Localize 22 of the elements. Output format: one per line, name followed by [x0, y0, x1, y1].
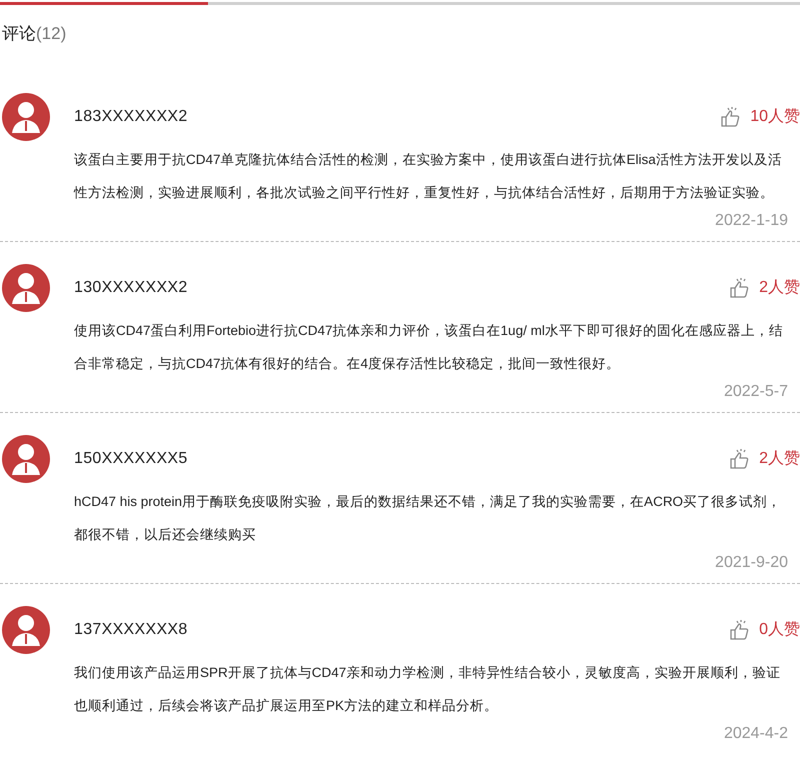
user-avatar-icon [2, 606, 50, 654]
user-name: 137XXXXXXX8 [74, 620, 189, 640]
comment-count: (12) [36, 24, 66, 43]
user-avatar-icon [2, 92, 50, 140]
comment-date: 2022-1-19 [715, 212, 788, 228]
like-count: 2人赞 [759, 278, 800, 298]
user-avatar-icon [2, 264, 50, 312]
like-count: 0人赞 [759, 620, 800, 640]
section-title: 评论 [2, 24, 36, 43]
comment-date: 2022-5-7 [724, 382, 788, 400]
comment-date: 2021-9-20 [715, 554, 788, 570]
comment-date: 2024-4-2 [724, 724, 788, 742]
user-avatar-icon [2, 434, 50, 482]
comment-text: hCD47 his protein用于酶联免疫吸附实验，最后的数据结果还不错，满足了我的实验需要，在ACRO买了很多试剂，都很不错，以后还会继续购买 [74, 492, 782, 544]
comment-text: 该蛋白主要用于抗CD47单克隆抗体结合活性的检测，在实验方案中，使用该蛋白进行抗体Elisa活性方法开发以及活性方法检测，实验进展顺利，各批次试验之间平行性好，重复性好，与抗体结合活性好，后期用于方法验证实验。 [74, 150, 783, 202]
like-count: 10人赞 [750, 106, 800, 126]
comment-text: 我们使用该产品运用SPR开展了抗体与CD47亲和动力学检测，非特异性结合较小，灵敏度高，实验开展顺利，验证也顺利通过，后续会将该产品扩展运用至PK方法的建立和样品分析。 [74, 664, 782, 714]
comment-text: 使用该CD47蛋白利用Fortebio进行抗CD47抗体亲和力评价，该蛋白在1ug/ ml水平下即可很好的固化在感应器上，结合非常稳定，与抗CD47抗体有很好的结合。在4度保存活性比较稳定，批间一致性很好。 [74, 322, 784, 372]
like-count: 2人赞 [759, 448, 800, 468]
user-name: 183XXXXXXX2 [74, 106, 189, 126]
user-name: 130XXXXXXX2 [74, 278, 189, 298]
user-name: 150XXXXXXX5 [74, 448, 189, 468]
